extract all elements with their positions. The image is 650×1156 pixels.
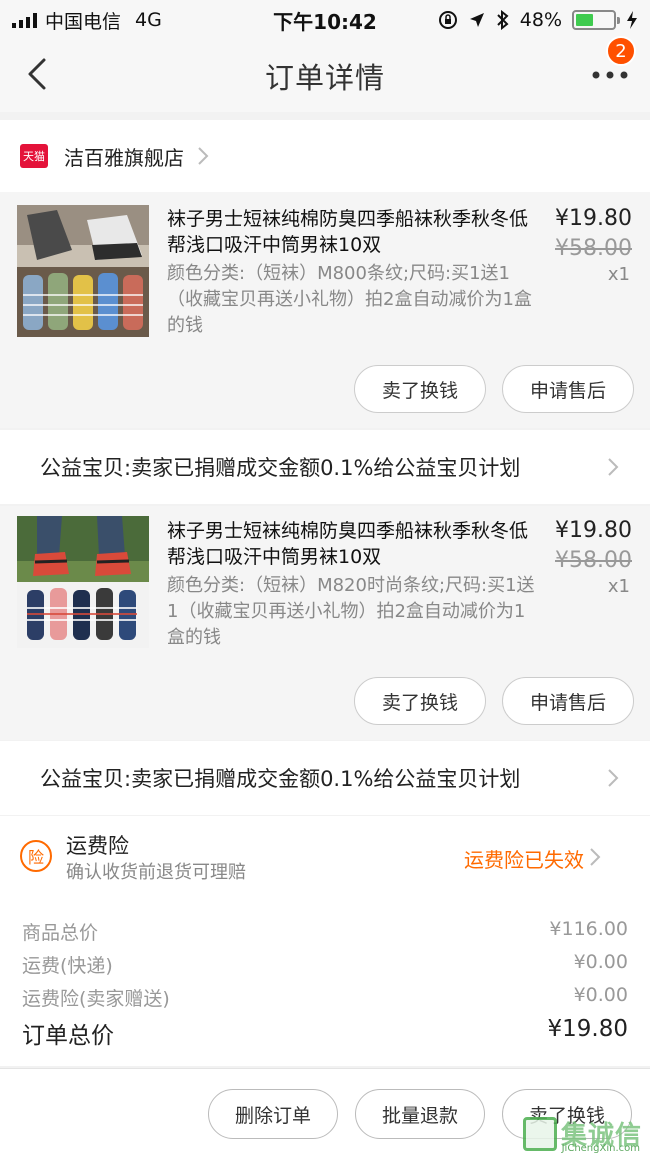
insurance-title: 运费险 [66,834,129,858]
chevron-right-icon [608,769,619,787]
original-price: ¥58.00 [555,236,632,261]
shipping-value: ¥0.00 [573,951,628,973]
battery-fill [576,14,594,26]
charity-text: 公益宝贝:卖家已捐赠成交金额0.1%给公益宝贝计划 [40,767,521,791]
product-title[interactable]: 袜子男士短袜纯棉防臭四季船袜秋季秋冬低帮浅口吸汗中筒男袜10双 [167,206,537,258]
clock: 下午10:42 [273,9,377,34]
bluetooth-icon [497,10,509,30]
sell-button[interactable]: 卖了换钱 [354,365,486,413]
chevron-right-icon [198,147,209,165]
shipping-insurance-row[interactable]: 险 运费险 确认收货前退货可理赔 运费险已失效 [0,816,650,898]
product-image[interactable] [17,205,149,337]
charity-text: 公益宝贝:卖家已捐赠成交金额0.1%给公益宝贝计划 [40,456,521,480]
order-total-row: 订单总价 ¥19.80 [22,1016,628,1050]
battery-icon [572,10,620,30]
insurance-fee-row: 运费险(卖家赠送) ¥0.00 [22,984,628,1011]
goods-total-label: 商品总价 [22,922,99,944]
carrier-name: 中国电信 [45,10,122,33]
chevron-right-icon [590,848,601,866]
product-spec: 颜色分类:（短袜）M800条纹;尺码:买1送1（收藏宝贝再送小礼物）拍2盒自动减… [167,263,532,336]
insurance-status[interactable]: 运费险已失效 [464,844,584,873]
insurance-fee-label: 运费险(卖家赠送) [22,988,170,1010]
goods-total-row: 商品总价 ¥116.00 [22,918,628,945]
chevron-right-icon [608,458,619,476]
product-image[interactable] [17,516,149,648]
charity-row[interactable]: 公益宝贝:卖家已捐赠成交金额0.1%给公益宝贝计划 [0,430,650,504]
shop-name[interactable]: 洁百雅旗舰店 [64,142,184,171]
goods-total-value: ¥116.00 [549,918,628,940]
order-item[interactable]: 袜子男士短袜纯棉防臭四季船袜秋季秋冬低帮浅口吸汗中筒男袜10双 颜色分类:（短袜… [0,506,650,740]
insurance-icon: 险 [20,840,52,872]
rotation-lock-icon [438,11,457,29]
signal-icon [12,12,37,28]
price-summary: 商品总价 ¥116.00 运费(快递) ¥0.00 运费险(卖家赠送) ¥0.0… [0,898,650,1066]
network-type: 4G [135,9,162,31]
sell-button[interactable]: 卖了换钱 [354,677,486,725]
after-sales-button[interactable]: 申请售后 [502,677,634,725]
quantity: x1 [607,576,630,597]
original-price: ¥58.00 [555,548,632,573]
shop-header[interactable]: 天猫 洁百雅旗舰店 [0,120,650,192]
quantity: x1 [607,264,630,285]
delete-order-button[interactable]: 删除订单 [208,1089,338,1139]
shipping-label: 运费(快递) [22,955,113,977]
message-badge: 2 [606,36,636,66]
location-icon [469,13,484,27]
watermark-logo-icon [522,1116,557,1151]
batch-refund-button[interactable]: 批量退款 [355,1089,485,1139]
product-price: ¥19.80 [555,206,632,231]
charging-icon [627,11,637,29]
shipping-row: 运费(快递) ¥0.00 [22,951,628,978]
order-total-label: 订单总价 [22,1023,114,1049]
nav-bar: 订单详情 [0,40,650,112]
page-title: 订单详情 [264,61,385,95]
watermark-url: JiChengXin.com [561,1143,640,1154]
after-sales-button[interactable]: 申请售后 [502,365,634,413]
product-title[interactable]: 袜子男士短袜纯棉防臭四季船袜秋季秋冬低帮浅口吸汗中筒男袜10双 [167,518,537,570]
charity-row[interactable]: 公益宝贝:卖家已捐赠成交金额0.1%给公益宝贝计划 [0,741,650,815]
tmall-badge: 天猫 [20,144,48,168]
back-arrow-icon[interactable] [20,54,60,94]
insurance-fee-value: ¥0.00 [573,984,628,1006]
order-total-value: ¥19.80 [547,1016,628,1042]
product-spec: 颜色分类:（短袜）M820时尚条纹;尺码:买1送1（收藏宝贝再送小礼物）拍2盒自… [167,575,535,648]
battery-percent: 48% [519,9,562,31]
status-bar: 中国电信 4G 下午10:42 48% [0,0,650,40]
bottom-action-bar: 删除订单 批量退款 卖了换钱 集诚信 JiChengXin.com [0,1068,650,1156]
order-item[interactable]: 袜子男士短袜纯棉防臭四季船袜秋季秋冬低帮浅口吸汗中筒男袜10双 颜色分类:（短袜… [0,192,650,428]
product-price: ¥19.80 [555,518,632,543]
insurance-subtitle: 确认收货前退货可理赔 [66,862,246,883]
